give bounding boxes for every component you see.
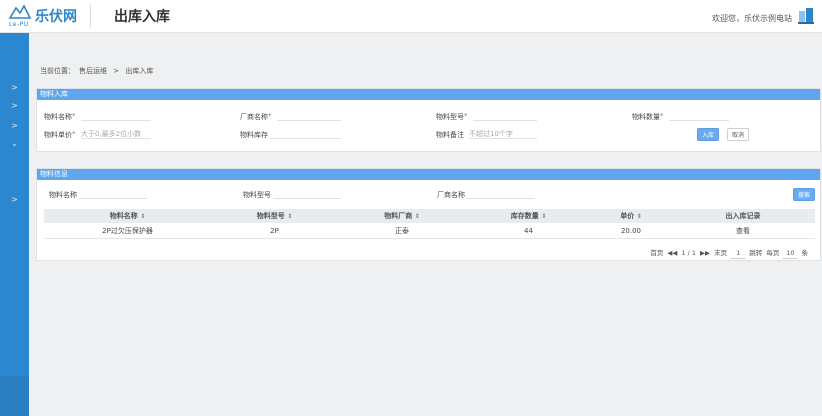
sidebar-footer	[0, 376, 29, 416]
breadcrumb-current: 出库入库	[125, 67, 154, 75]
sidebar-item-5[interactable]: >	[0, 193, 29, 207]
sort-icon: ⇕	[541, 213, 547, 220]
material-info-panel: 物料信息 物料名称 物料型号 厂商名称 搜索 物料名称 ⇕ 物料型号 ⇕ 物料厂…	[36, 168, 821, 261]
material-model-input[interactable]	[473, 112, 537, 121]
vendor-name-label: 厂商名称	[240, 113, 268, 121]
cancel-button[interactable]: 取消	[727, 128, 749, 141]
sidebar-item-expanded[interactable]: ⌄	[0, 137, 29, 151]
material-name-label: 物料名称	[44, 113, 72, 121]
total-pages: 1	[691, 249, 696, 257]
field-vendor-name: 厂商名称*	[240, 112, 341, 122]
material-info-title: 物料信息	[37, 169, 820, 180]
sort-icon: ⇕	[287, 213, 293, 220]
filter-material-name: 物料名称	[49, 190, 147, 200]
required-mark: *	[72, 112, 76, 120]
required-mark: *	[660, 112, 664, 120]
logo-subtext: Le-PU	[9, 21, 29, 28]
col-material-model[interactable]: 物料型号 ⇕	[211, 209, 338, 223]
stock-label: 物料库存	[240, 131, 268, 139]
col-price[interactable]: 单价 ⇕	[591, 209, 671, 223]
logo-text: 乐伏网	[35, 9, 77, 25]
field-material-qty: 物料数量*	[632, 112, 729, 122]
material-qty-label: 物料数量	[632, 113, 660, 121]
header-divider	[90, 4, 91, 28]
required-mark: *	[268, 112, 272, 120]
col-stock[interactable]: 库存数量 ⇕	[466, 209, 591, 223]
next-page-icon[interactable]: ▶▶	[700, 249, 710, 257]
jump-page-input[interactable]: 1	[731, 248, 746, 259]
sidebar-item-3[interactable]: >	[0, 119, 29, 133]
sort-icon: ⇕	[140, 213, 146, 220]
material-qty-input[interactable]	[669, 112, 729, 121]
breadcrumb-parent[interactable]: 售后运维	[79, 67, 107, 75]
filter-vendor-input[interactable]	[467, 190, 535, 199]
stock-in-title: 物料入库	[37, 89, 820, 100]
sidebar: > > > ⌄ >	[0, 33, 29, 416]
cell-vendor: 正泰	[395, 227, 409, 235]
remark-input[interactable]: 不超过10个字	[469, 130, 537, 139]
per-page-unit: 条	[801, 249, 809, 257]
cell-model: 2P	[270, 227, 279, 235]
top-header: Le-PU 乐伏网 出库入库 欢迎您，乐伏示例电站	[0, 0, 822, 33]
sidebar-item-2[interactable]: >	[0, 99, 29, 113]
stock-input[interactable]	[270, 130, 341, 139]
sort-icon: ⇕	[414, 213, 420, 220]
unit-price-label: 物料单价	[44, 131, 72, 139]
material-name-input[interactable]	[81, 112, 151, 121]
filter-model-input[interactable]	[273, 190, 341, 199]
table-header: 物料名称 ⇕ 物料型号 ⇕ 物料厂商 ⇕ 库存数量 ⇕ 单价 ⇕ 出入库记录	[44, 209, 815, 223]
filter-name-input[interactable]	[79, 190, 147, 199]
stock-in-button[interactable]: 入库	[697, 128, 719, 141]
required-mark: *	[72, 130, 76, 138]
station-icon[interactable]	[796, 6, 816, 26]
unit-price-input[interactable]: 大于0,最多2位小数	[81, 130, 151, 139]
page-slash: /	[687, 249, 690, 257]
breadcrumb-separator: >	[113, 67, 120, 75]
required-mark: *	[464, 112, 468, 120]
welcome-text: 欢迎您，乐伏示例电站	[712, 14, 792, 23]
filter-model-label: 物料型号	[243, 191, 271, 199]
search-button[interactable]: 搜索	[793, 188, 815, 201]
pagination: 首页 ◀◀ 1/1 ▶▶ 末页 1 跳转 每页 10 条	[648, 248, 809, 259]
field-stock: 物料库存	[240, 130, 341, 140]
view-records-link[interactable]: 查看	[671, 223, 815, 238]
per-page-input[interactable]: 10	[783, 248, 798, 259]
logo-mark-icon	[8, 4, 32, 19]
first-page-link[interactable]: 首页	[650, 249, 663, 257]
per-page-label: 每页	[766, 249, 780, 257]
cell-price: 20.00	[620, 227, 642, 235]
field-remark: 物料备注 不超过10个字	[436, 130, 537, 140]
current-page: 1	[681, 249, 686, 257]
prev-page-icon[interactable]: ◀◀	[667, 249, 677, 257]
field-material-model: 物料型号*	[436, 112, 537, 122]
field-material-name: 物料名称*	[44, 112, 151, 122]
vendor-name-input[interactable]	[277, 112, 341, 121]
jump-button[interactable]: 跳转	[749, 249, 762, 257]
sort-icon: ⇕	[636, 213, 642, 220]
filter-material-model: 物料型号	[243, 190, 341, 200]
field-unit-price: 物料单价* 大于0,最多2位小数	[44, 130, 151, 140]
remark-label: 物料备注	[436, 131, 464, 139]
breadcrumb: 当前位置： 售后运维 > 出库入库	[40, 66, 157, 76]
col-records: 出入库记录	[725, 212, 761, 220]
breadcrumb-label: 当前位置：	[40, 67, 75, 75]
col-vendor[interactable]: 物料厂商 ⇕	[338, 209, 466, 223]
col-material-name[interactable]: 物料名称 ⇕	[44, 209, 211, 223]
page-title: 出库入库	[114, 9, 170, 25]
stock-in-panel: 物料入库 物料名称* 厂商名称* 物料型号* 物料数量* 物料单价* 大于0,最…	[36, 88, 821, 152]
sidebar-item-1[interactable]: >	[0, 81, 29, 95]
filter-vendor-name: 厂商名称	[437, 190, 535, 200]
filter-vendor-label: 厂商名称	[437, 191, 465, 199]
cell-stock: 44	[524, 227, 533, 235]
material-table: 物料名称 ⇕ 物料型号 ⇕ 物料厂商 ⇕ 库存数量 ⇕ 单价 ⇕ 出入库记录 2…	[44, 209, 815, 239]
logo[interactable]: Le-PU 乐伏网	[8, 4, 88, 30]
table-row: 2P过欠压保护器 2P 正泰 44 20.00 查看	[44, 223, 815, 239]
material-model-label: 物料型号	[436, 113, 464, 121]
last-page-link[interactable]: 末页	[714, 249, 727, 257]
filter-name-label: 物料名称	[49, 191, 77, 199]
cell-name: 2P过欠压保护器	[102, 227, 153, 235]
